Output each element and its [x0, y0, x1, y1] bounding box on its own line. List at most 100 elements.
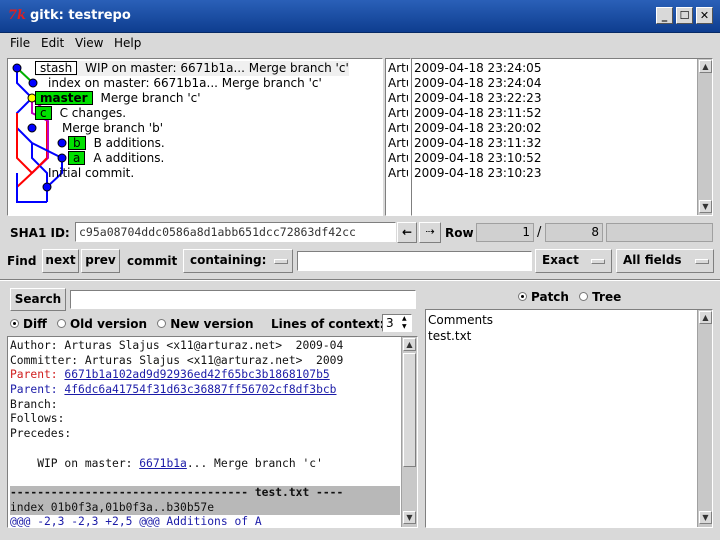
patch-label: Patch — [531, 290, 569, 304]
parent-1-link[interactable]: 6671b1a102ad9d92936ed42f65bc3b1868107b5 — [64, 368, 329, 381]
menu-view[interactable]: View — [75, 36, 103, 50]
commit-date[interactable]: 2009-04-18 23:20:02 — [414, 121, 541, 136]
scroll-up-arrow-icon[interactable]: ▲ — [403, 338, 416, 351]
diff-radio[interactable]: Diff — [10, 317, 47, 331]
commit-date[interactable]: 2009-04-18 23:24:05 — [414, 61, 541, 76]
radio-selected-icon — [518, 292, 527, 301]
commit-author[interactable]: Arturas — [388, 76, 408, 91]
commit-list-scrollbar[interactable]: ▲ ▼ — [697, 59, 712, 215]
file-list[interactable]: Comments test.txt ▲ ▼ — [425, 309, 713, 528]
commit-author[interactable]: Arturas — [388, 121, 408, 136]
close-button[interactable]: ✕ — [696, 7, 713, 24]
find-label: Find — [7, 254, 37, 268]
new-version-radio[interactable]: New version — [157, 317, 254, 331]
commit-author[interactable]: Arturas — [388, 151, 408, 166]
commit-graph-pane[interactable]: stash WIP on master: 6671b1a... Merge bra… — [7, 58, 383, 216]
parent-2-link[interactable]: 4f6dc6a41754f31d63c36887ff56702cf8df3bcb — [64, 383, 336, 396]
new-version-label: New version — [170, 317, 254, 331]
sha1-field[interactable]: c95a08704ddc0586a8d1abb651dcc72863df42cc — [75, 222, 396, 242]
search-input[interactable] — [70, 290, 416, 309]
old-version-radio[interactable]: Old version — [56, 317, 147, 331]
tk-app-icon: 7k — [8, 8, 27, 23]
menu-file[interactable]: File — [10, 36, 30, 50]
scroll-up-arrow-icon[interactable]: ▲ — [699, 60, 712, 73]
minimize-button[interactable]: _ — [656, 7, 673, 24]
file-list-item[interactable]: test.txt — [428, 328, 710, 344]
scroll-down-arrow-icon[interactable]: ▼ — [699, 511, 712, 524]
commit-author[interactable]: Arturas — [388, 136, 408, 151]
diff-view[interactable]: Author: Arturas Slajus <x11@arturaz.net>… — [7, 336, 418, 528]
title-bar[interactable]: 7k gitk: testrepo _ ☐ ✕ — [0, 0, 720, 33]
diff-author: Author: Arturas Slajus <x11@arturaz.net>… — [10, 339, 344, 352]
commit-list: stash WIP on master: 6671b1a... Merge bra… — [35, 61, 380, 215]
diff-scrollbar[interactable]: ▲ ▼ — [401, 337, 417, 527]
commit-row[interactable]: a A additions. — [68, 151, 164, 166]
window-title: gitk: testrepo — [30, 8, 131, 23]
commit-message: A additions. — [93, 151, 165, 165]
exact-dropdown[interactable]: Exact — [535, 249, 612, 273]
commit-date[interactable]: 2009-04-18 23:11:52 — [414, 106, 541, 121]
commit-author[interactable]: Arturas — [388, 91, 408, 106]
file-list-comments[interactable]: Comments — [428, 312, 710, 328]
diff-message: WIP on master: 6671b1a... Merge branch '… — [10, 457, 400, 472]
ref-tag-b[interactable]: b — [68, 136, 86, 150]
commit-date[interactable]: 2009-04-18 23:22:23 — [414, 91, 541, 106]
total-rows-field: 8 — [545, 223, 603, 242]
diff-precedes: Precedes: — [10, 427, 72, 441]
pane-divider[interactable] — [0, 279, 720, 281]
row-label: Row — [445, 226, 474, 240]
ref-tag-stash[interactable]: stash — [35, 61, 78, 75]
commit-date[interactable]: 2009-04-18 23:11:32 — [414, 136, 541, 151]
commit-author[interactable]: Arturas — [388, 166, 408, 181]
commit-author[interactable]: Arturas — [388, 61, 408, 76]
commit-author[interactable]: Arturas — [388, 106, 408, 121]
tree-radio[interactable]: Tree — [579, 290, 621, 304]
context-value: 3 — [386, 316, 394, 330]
spin-arrows-icon[interactable]: ▲ ▼ — [402, 315, 407, 331]
patch-tree-toggle: Patch Tree — [518, 290, 621, 304]
file-list-scrollbar[interactable]: ▲ ▼ — [697, 310, 712, 527]
scroll-down-arrow-icon[interactable]: ▼ — [403, 511, 416, 524]
scrollbar-thumb[interactable] — [403, 353, 416, 467]
fields-label: All fields — [623, 253, 682, 267]
diff-parent-1: Parent: 6671b1a102ad9d92936ed42f65bc3b18… — [10, 368, 400, 383]
fields-dropdown[interactable]: All fields — [616, 249, 714, 273]
containing-dropdown[interactable]: containing: — [183, 249, 293, 273]
message-prefix: WIP on master: — [10, 456, 140, 470]
maximize-button[interactable]: ☐ — [676, 7, 693, 24]
find-next-button[interactable]: next — [42, 249, 79, 273]
scroll-up-arrow-icon[interactable]: ▲ — [699, 311, 712, 324]
date-pane[interactable]: 2009-04-18 23:24:05 2009-04-18 23:24:04 20… — [411, 58, 713, 216]
commit-message: B additions. — [93, 136, 165, 150]
message-commit-link[interactable]: 6671b1a — [139, 457, 187, 470]
diff-branch: Branch: — [10, 397, 58, 411]
row-separator: / — [537, 225, 542, 240]
menu-help[interactable]: Help — [114, 36, 141, 50]
menu-edit[interactable]: Edit — [41, 36, 64, 50]
commit-row[interactable]: Initial commit. — [48, 166, 134, 181]
ref-tag-a[interactable]: a — [68, 151, 86, 165]
commit-date[interactable]: 2009-04-18 23:10:52 — [414, 151, 541, 166]
ref-tag-master[interactable]: master — [35, 91, 93, 105]
commit-row[interactable]: index on master: 6671b1a... Merge branch… — [48, 76, 322, 91]
commit-row[interactable]: c C changes. — [35, 106, 126, 121]
forward-arrow-icon[interactable]: ⇢ — [419, 222, 441, 243]
commit-row[interactable]: stash WIP on master: 6671b1a... Merge bra… — [35, 61, 349, 76]
file-list-items: Comments test.txt — [426, 310, 712, 346]
commit-row[interactable]: b B additions. — [68, 136, 165, 151]
commit-date[interactable]: 2009-04-18 23:10:23 — [414, 166, 541, 181]
scroll-down-arrow-icon[interactable]: ▼ — [699, 200, 712, 213]
commit-row[interactable]: Merge branch 'b' — [62, 121, 163, 136]
commit-row[interactable]: master Merge branch 'c' — [35, 91, 201, 106]
author-pane[interactable]: ArturasArturasArturasArturasArturasArtur… — [385, 58, 411, 216]
patch-radio[interactable]: Patch — [518, 290, 569, 304]
search-button[interactable]: Search — [10, 288, 66, 311]
ref-tag-c[interactable]: c — [35, 106, 52, 120]
find-input[interactable] — [297, 251, 532, 271]
dropdown-indicator-icon — [591, 259, 605, 264]
commit-message: Initial commit. — [48, 166, 135, 180]
find-prev-button[interactable]: prev — [81, 249, 120, 273]
commit-date[interactable]: 2009-04-18 23:24:04 — [414, 76, 541, 91]
back-arrow-icon[interactable]: ← — [397, 222, 417, 243]
context-spinbox[interactable]: 3 ▲ ▼ — [382, 314, 412, 332]
